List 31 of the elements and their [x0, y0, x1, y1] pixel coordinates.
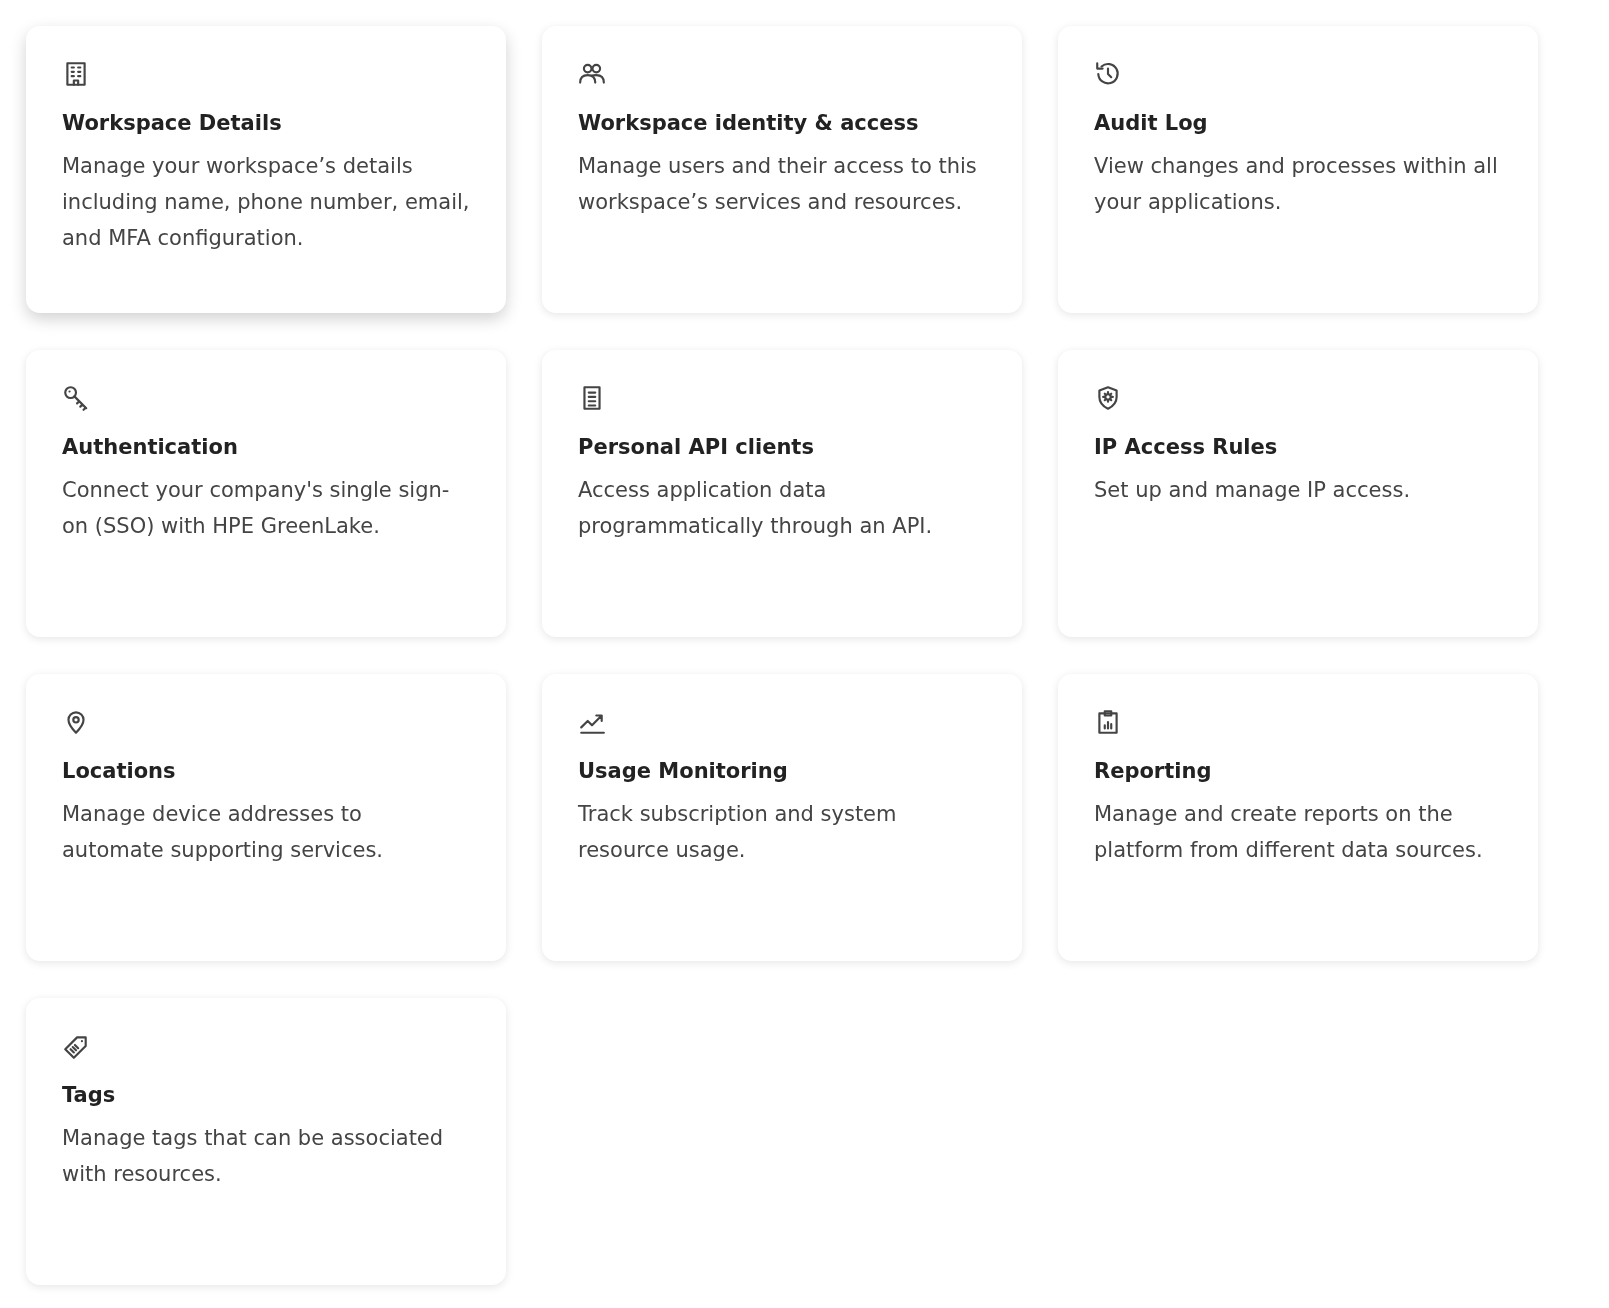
card-description: Manage tags that can be associated with resources. [62, 1125, 445, 1188]
settings-card[interactable]: Audit Log View changes and processes within all your applications. [1058, 26, 1538, 313]
settings-card[interactable]: Usage Monitoring Track subscription and system resource usage. [542, 674, 1022, 961]
card-title: Tags [62, 1082, 117, 1109]
card-description: View changes and processes within all your applications. [1094, 153, 1499, 216]
settings-card[interactable]: Workspace identity & access Manage users and their access to this workspace’s services and resources. [542, 26, 1022, 313]
card-title: Authentication [62, 434, 239, 461]
settings-card[interactable]: Reporting Manage and create reports on the platform from different data sources. [1058, 674, 1538, 961]
card-title: Personal API clients [578, 434, 815, 461]
settings-card[interactable]: IP Access Rules Set up and manage IP access. [1058, 350, 1538, 637]
card-description: Track subscription and system resource usage. [578, 801, 898, 864]
settings-card[interactable]: Locations Manage device addresses to automate supporting services. [26, 674, 506, 961]
card-title: Reporting [1094, 758, 1213, 785]
card-title: Audit Log [1094, 110, 1209, 137]
card-description: Manage device addresses to automate supporting services. [62, 801, 385, 864]
key-icon [62, 384, 90, 412]
settings-card[interactable]: Personal API clients Access application data programmatically through an API. [542, 350, 1022, 637]
card-title: Locations [62, 758, 177, 785]
card-title: Usage Monitoring [578, 758, 789, 785]
card-description: Set up and manage IP access. [1094, 477, 1412, 504]
card-title: Workspace Details [62, 110, 283, 137]
settings-card[interactable]: Tags Manage tags that can be associated with resources. [26, 998, 506, 1285]
settings-card[interactable]: Authentication Connect your company's single sign-on (SSO) with HPE GreenLake. [26, 350, 506, 637]
card-title: Workspace identity & access [578, 110, 920, 137]
card-title: IP Access Rules [1094, 434, 1279, 461]
card-description: Manage your workspace’s details including name, phone number, email, and MFA configuration. [62, 153, 470, 252]
card-description: Connect your company's single sign-on (SSO) with HPE GreenLake. [62, 477, 451, 540]
card-description: Manage and create reports on the platform from different data sources. [1094, 801, 1484, 864]
card-description: Access application data programmatically through an API. [578, 477, 934, 540]
card-description: Manage users and their access to this workspace’s services and resources. [578, 153, 978, 216]
settings-card[interactable]: Workspace Details Manage your workspace’s details including name, phone number, email, and MFA configuration. [26, 26, 506, 313]
